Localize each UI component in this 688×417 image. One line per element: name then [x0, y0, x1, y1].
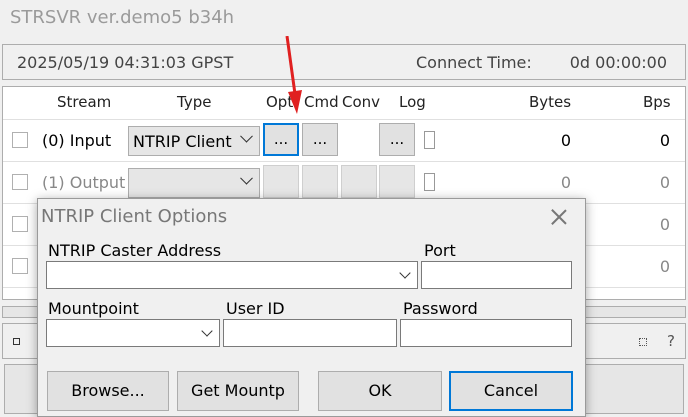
stream-row-input: (0) Input NTRIP Client ... ... ... 0 0 — [3, 119, 685, 161]
status-bar: 2025/05/19 04:31:03 GPST Connect Time: 0… — [2, 44, 686, 80]
type-select[interactable] — [128, 168, 260, 198]
password-input[interactable] — [400, 319, 572, 347]
bytes-value: 0 — [560, 131, 571, 150]
cmd-button[interactable] — [302, 165, 338, 198]
caster-address-input[interactable] — [46, 261, 418, 289]
stream-row-output: (1) Output 0 0 — [3, 161, 685, 203]
connect-time-label: Connect Time: — [416, 53, 532, 72]
bps-value: 0 — [659, 257, 670, 276]
bps-value: 0 — [659, 215, 670, 234]
header-bps: Bps — [643, 93, 671, 111]
opt-button[interactable]: ... — [263, 123, 299, 156]
header-bytes: Bytes — [529, 93, 572, 111]
chevron-down-icon — [240, 171, 253, 185]
opt-button[interactable] — [263, 165, 299, 198]
bytes-value: 0 — [560, 173, 571, 192]
dialog-title: NTRIP Client Options — [41, 206, 228, 227]
enable-checkbox[interactable] — [12, 174, 28, 190]
enable-checkbox[interactable] — [12, 216, 28, 232]
type-select[interactable]: NTRIP Client — [128, 126, 260, 156]
small-square-icon[interactable] — [13, 338, 20, 345]
chevron-down-icon — [399, 267, 411, 279]
user-id-label: User ID — [226, 299, 285, 318]
header-conv: Conv — [342, 93, 381, 111]
log-button[interactable] — [379, 165, 415, 198]
get-mountpoint-button[interactable]: Get Mountp — [177, 371, 299, 411]
conv-button[interactable] — [341, 165, 377, 198]
user-id-input[interactable] — [223, 319, 397, 347]
browse-button[interactable]: Browse... — [47, 371, 169, 411]
ok-button[interactable]: OK — [318, 371, 442, 411]
bps-value: 0 — [659, 131, 670, 150]
gpst-time: 2025/05/19 04:31:03 GPST — [17, 53, 234, 72]
log-checkbox[interactable] — [424, 173, 435, 191]
window-title: STRSVR ver.demo5 b34h — [10, 7, 235, 28]
cmd-button[interactable]: ... — [302, 123, 338, 156]
password-label: Password — [403, 299, 478, 318]
header-stream: Stream — [57, 93, 112, 111]
bps-value: 0 — [659, 173, 670, 192]
port-label: Port — [424, 241, 456, 260]
chevron-down-icon — [201, 325, 213, 337]
mountpoint-input[interactable] — [46, 319, 220, 347]
log-button[interactable]: ... — [379, 123, 415, 156]
stream-label: (0) Input — [42, 131, 112, 150]
enable-checkbox[interactable] — [12, 258, 28, 274]
header-type: Type — [177, 93, 212, 111]
stream-label: (1) Output — [42, 173, 126, 192]
close-icon[interactable] — [549, 207, 569, 227]
red-arrow-annotation — [285, 36, 302, 114]
mountpoint-label: Mountpoint — [48, 299, 139, 318]
port-input[interactable] — [421, 261, 572, 289]
resize-icon[interactable] — [639, 338, 647, 346]
enable-checkbox[interactable] — [12, 132, 28, 148]
connect-time-value: 0d 00:00:00 — [569, 53, 667, 72]
caster-address-label: NTRIP Caster Address — [48, 241, 222, 260]
chevron-down-icon — [240, 129, 253, 143]
log-checkbox[interactable] — [424, 131, 435, 149]
cancel-button[interactable]: Cancel — [449, 371, 573, 411]
header-log: Log — [399, 93, 426, 111]
help-icon[interactable]: ? — [667, 332, 675, 350]
ntrip-client-options-dialog: NTRIP Client Options NTRIP Caster Addres… — [37, 198, 586, 417]
